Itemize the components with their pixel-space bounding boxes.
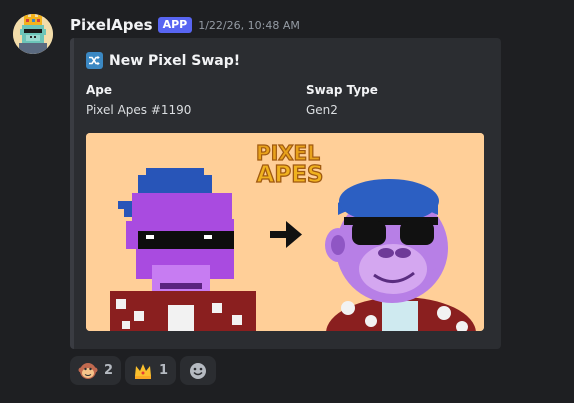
pixel-apes-logo: PIXEL APES xyxy=(255,140,324,188)
add-reaction-button[interactable] xyxy=(180,356,217,385)
reaction-bar: 2 1 xyxy=(70,356,217,385)
field-swap-type: Swap Type Gen2 xyxy=(306,82,378,118)
field-value: Pixel Apes #1190 xyxy=(86,103,192,117)
smiley-icon xyxy=(190,362,207,379)
shuffle-icon xyxy=(86,52,103,69)
field-name: Swap Type xyxy=(306,83,378,97)
reaction-count: 1 xyxy=(159,363,169,378)
reaction-monkey[interactable]: 2 xyxy=(70,356,122,385)
embed-title: New Pixel Swap! xyxy=(86,52,240,69)
embed-image[interactable]: PIXEL APES xyxy=(86,133,484,331)
app-badge: APP xyxy=(157,17,193,33)
field-value: Gen2 xyxy=(306,103,338,117)
logo-line-2: APES xyxy=(257,162,324,188)
crown-icon xyxy=(135,363,152,379)
reaction-count: 2 xyxy=(104,363,114,378)
field-ape: Ape Pixel Apes #1190 xyxy=(86,82,191,118)
message-header: PixelApes APP 1/22/26, 10:48 AM xyxy=(70,14,300,36)
timestamp[interactable]: 1/22/26, 10:48 AM xyxy=(198,19,300,32)
monkey-face-icon xyxy=(78,362,98,379)
avatar[interactable] xyxy=(13,14,53,54)
swap-artwork: PIXEL APES xyxy=(86,133,484,331)
embed-title-text: New Pixel Swap! xyxy=(109,52,241,69)
reaction-crown[interactable]: 1 xyxy=(125,356,177,385)
username[interactable]: PixelApes xyxy=(70,16,153,34)
embed-card: New Pixel Swap! Ape Pixel Apes #1190 Swa… xyxy=(70,38,501,349)
ape-avatar-icon xyxy=(13,14,53,54)
field-name: Ape xyxy=(86,83,113,97)
